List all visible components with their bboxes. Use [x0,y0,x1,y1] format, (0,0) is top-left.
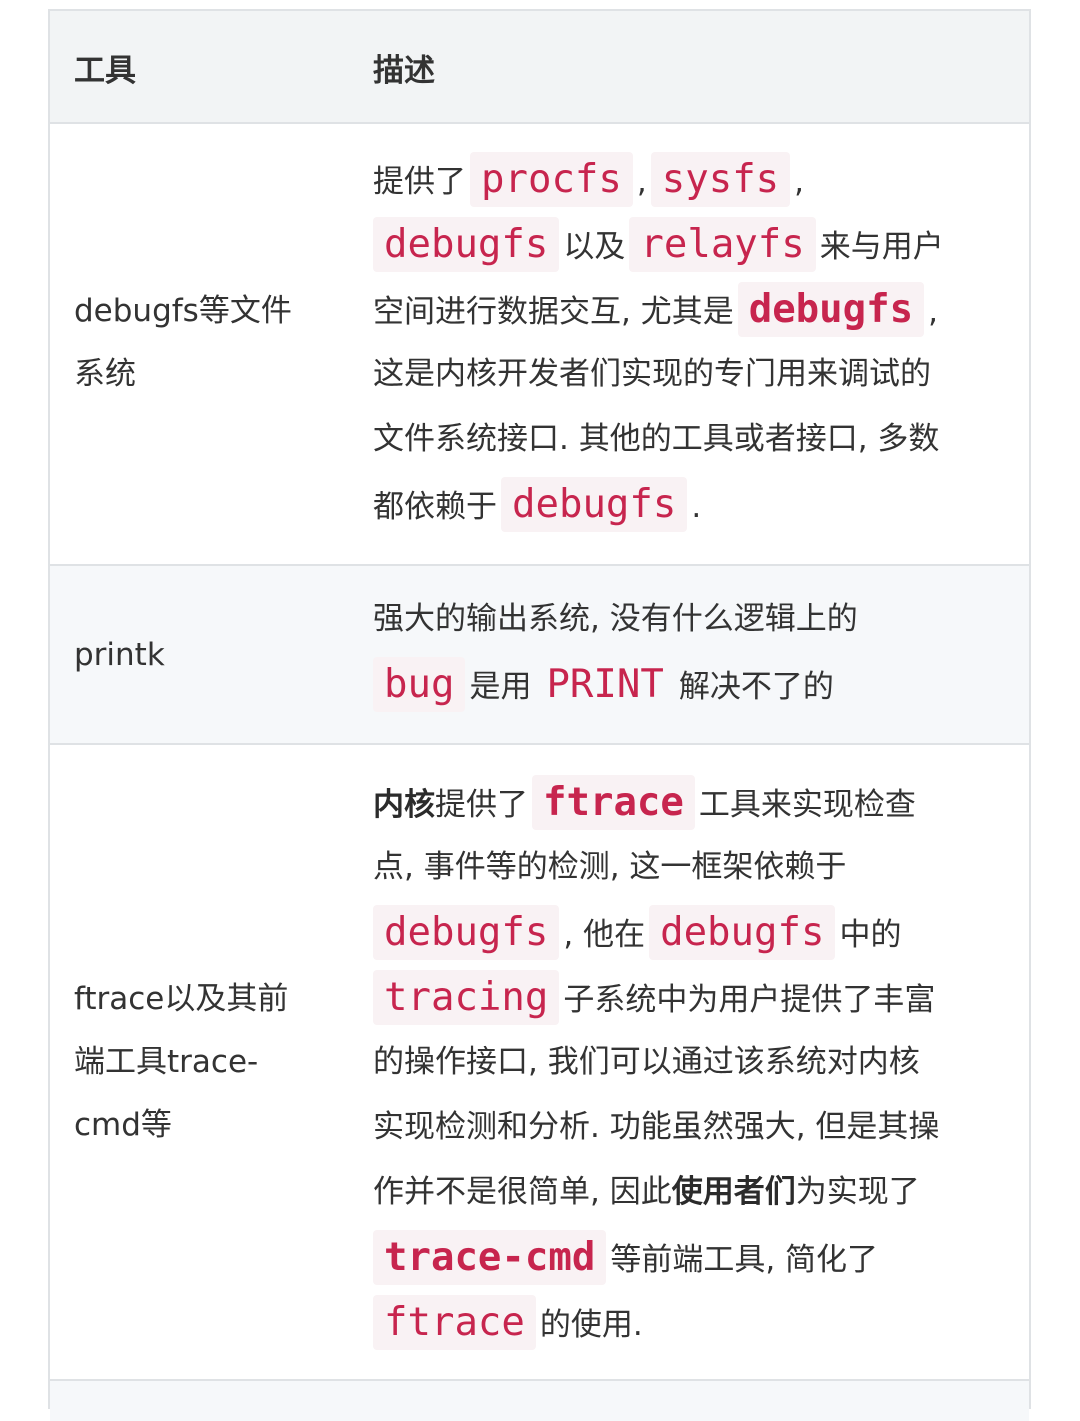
tools-table: 工具 描述 debugfs等文件 系统 提供了 procfs, sysfs, deb… [48,9,1031,1421]
tool-description: 内核提供了 ftrace 工具来实现检查 点, 事件等的检测, 这一框架依赖于 de… [373,770,1013,1355]
inline-code: tracing [373,970,560,1025]
inline-code: bug [373,657,466,712]
header-tool: 工具 [74,53,136,89]
header-description: 描述 [373,53,435,89]
inline-code-bold: debugfs [737,282,925,337]
table-row: debugfs等文件 系统 提供了 procfs, sysfs, debugfs 以及… [50,124,1029,566]
table-header-row: 工具 描述 [50,11,1029,124]
table-row: ftrace以及其前 端工具trace- cmd等 内核提供了 ftrace 工具来… [50,745,1029,1381]
inline-code-bold: ftrace [532,775,695,830]
tool-name: printk [74,637,165,673]
inline-code: debugfs [373,217,560,272]
tool-name: debugfs等文件 系统 [74,293,292,392]
inline-code: procfs [470,152,633,207]
inline-code: sysfs [650,152,791,207]
inline-code: debugfs [373,905,560,960]
inline-code: debugfs [649,905,836,960]
inline-code-bold: trace-cmd [373,1230,607,1285]
table-row: printk 强大的输出系统, 没有什么逻辑上的 bug 是用 PRINT 解决不了的 [50,566,1029,745]
inline-code: ftrace [373,1295,536,1350]
inline-code: relayfs [629,217,816,272]
table-row [50,1381,1029,1421]
tool-description: 提供了 procfs, sysfs, debugfs 以及 relayfs 来与用户 空间… [373,147,1013,537]
tool-name: ftrace以及其前 端工具trace- cmd等 [74,981,289,1143]
inline-code: PRINT [546,662,664,707]
inline-code: debugfs [501,477,688,532]
tool-description: 强大的输出系统, 没有什么逻辑上的 bug 是用 PRINT 解决不了的 [373,587,1013,717]
